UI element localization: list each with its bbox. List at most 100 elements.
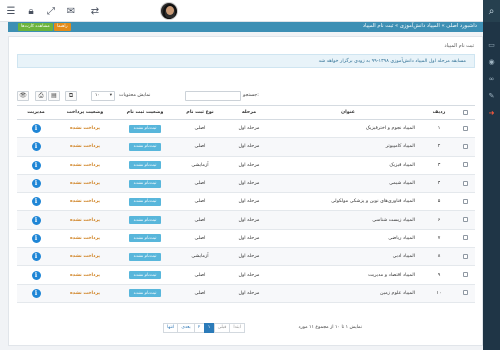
row-select[interactable]	[455, 229, 475, 249]
col-title[interactable]: عنوان	[273, 105, 423, 120]
search-input[interactable]	[185, 91, 241, 101]
register-status-badge[interactable]: ثبت‌نام نشده	[128, 271, 162, 280]
row-select[interactable]	[455, 156, 475, 175]
row-select[interactable]	[455, 192, 475, 212]
chat-icon[interactable]: ✉	[64, 4, 78, 18]
info-icon[interactable]: i	[31, 252, 41, 262]
map-pin-icon[interactable]: ◉	[483, 55, 500, 68]
page-size-select[interactable]: ۱۰ ▾	[91, 91, 115, 101]
col-manage[interactable]: مدیریت	[17, 105, 55, 120]
info-icon[interactable]: i	[31, 197, 41, 207]
row-reg-type: آزمایشی	[175, 247, 225, 267]
register-status-badge[interactable]: ثبت‌نام نشده	[128, 252, 162, 261]
register-status-badge[interactable]: ثبت‌نام نشده	[128, 234, 162, 243]
register-status-badge[interactable]: ثبت‌نام نشده	[128, 124, 162, 133]
row-stage: مرحله اول	[225, 192, 273, 212]
breadcrumb: داشبورد اصلی » المپیاد دانش‌آموزی » ثبت …	[362, 23, 477, 29]
row-reg-type: اصلی	[175, 192, 225, 212]
page-prev[interactable]: قبلی	[213, 323, 231, 333]
search-icon[interactable]: ⌕	[483, 0, 500, 22]
register-status-badge[interactable]: ثبت‌نام نشده	[128, 216, 162, 225]
list-icon[interactable]: ☰	[4, 4, 18, 18]
row-manage: i	[17, 229, 55, 249]
info-icon[interactable]: i	[31, 288, 41, 298]
excel-icon[interactable]: ▤	[48, 91, 60, 101]
page-next[interactable]: بعدی	[177, 323, 195, 333]
row-checkbox[interactable]	[462, 162, 468, 168]
table-row[interactable]: ۵ المپیاد فناوری‌های نوین و پزشکی مولکولی…	[17, 192, 475, 212]
row-title: المپیاد کامپیوتر	[273, 137, 423, 157]
register-status-badge[interactable]: ثبت‌نام نشده	[128, 179, 162, 188]
table-row[interactable]: ۸ المپیاد ادبی مرحله اول آزمایشی ثبت‌نام نشد…	[17, 247, 475, 267]
col-reg-type[interactable]: نوع ثبت نام	[175, 105, 225, 120]
table-row[interactable]: ۷ المپیاد ریاضی مرحله اول اصلی ثبت‌نام نشده پ…	[17, 229, 475, 249]
info-icon[interactable]: i	[31, 160, 41, 170]
info-icon[interactable]: i	[31, 124, 41, 134]
col-stage[interactable]: مرحله	[225, 105, 273, 120]
row-select[interactable]	[455, 284, 475, 303]
exit-icon[interactable]: ➜	[483, 106, 500, 119]
info-icon[interactable]: i	[31, 215, 41, 225]
register-status-badge[interactable]: ثبت‌نام نشده	[128, 289, 162, 298]
row-checkbox[interactable]	[462, 290, 468, 296]
row-select[interactable]	[455, 174, 475, 194]
row-reg-status-cell: ثبت‌نام نشده	[115, 210, 175, 230]
print-icon[interactable]: ⎙	[35, 91, 47, 101]
expand-icon[interactable]: ⤢	[44, 4, 58, 18]
row-select[interactable]	[455, 210, 475, 230]
table-row[interactable]: ۴ المپیاد شیمی مرحله اول اصلی ثبت‌نام نشده پر…	[17, 174, 475, 194]
col-row[interactable]: ردیف	[423, 105, 455, 120]
pin-icon[interactable]: ✎	[483, 89, 500, 102]
row-checkbox[interactable]	[462, 180, 468, 186]
row-checkbox[interactable]	[462, 253, 468, 259]
select-all-checkbox[interactable]	[462, 109, 468, 115]
row-pay-status-cell: پرداخت نشده	[55, 229, 115, 249]
lock-icon[interactable]: 🔒︎	[24, 4, 38, 18]
page-last[interactable]: انتها	[163, 323, 179, 333]
pagination: ابتدا قبلی ۱ ۲ بعدی انتها	[163, 323, 245, 333]
row-stage: مرحله اول	[225, 265, 273, 285]
row-select[interactable]	[455, 119, 475, 139]
info-icon[interactable]: i	[31, 179, 41, 189]
view-cards-button[interactable]: مشاهده کارت‌ها	[18, 23, 53, 31]
table-row[interactable]: ۳ المپیاد فیزیک مرحله اول آزمایشی ثبت‌نام نش…	[17, 156, 475, 175]
register-status-badge[interactable]: ثبت‌نام نشده	[128, 197, 162, 206]
monitor-icon[interactable]: ▭	[483, 38, 500, 51]
register-status-badge[interactable]: ثبت‌نام نشده	[128, 161, 162, 170]
info-banner: مسابقه مرحله اول المپیاد دانش‌آموزی ۱۳۹۸…	[17, 54, 475, 68]
link-icon[interactable]: ∞	[483, 72, 500, 85]
row-checkbox[interactable]	[462, 125, 468, 131]
row-checkbox[interactable]	[462, 143, 468, 149]
payment-status: پرداخت نشده	[69, 126, 101, 132]
row-number: ۳	[423, 156, 455, 175]
select-all-header[interactable]	[455, 105, 475, 120]
table-row[interactable]: ۱ المپیاد نجوم و اخترفیزیک مرحله اول اصلی ثب…	[17, 119, 475, 139]
row-title: المپیاد زیست شناسی	[273, 210, 423, 230]
eye-icon[interactable]: 👁︎	[17, 91, 29, 101]
row-select[interactable]	[455, 137, 475, 157]
row-number: ۷	[423, 229, 455, 249]
col-reg-status[interactable]: وضعیت ثبت نام	[115, 105, 175, 120]
table-row[interactable]: ۲ المپیاد کامپیوتر مرحله اول اصلی ثبت‌نام نش…	[17, 137, 475, 157]
copy-icon[interactable]: ⧉	[65, 91, 77, 101]
help-button[interactable]: راهنما	[54, 23, 71, 31]
col-pay-status[interactable]: وضعیت پرداخت	[55, 105, 115, 120]
row-checkbox[interactable]	[462, 272, 468, 278]
row-title: المپیاد فیزیک	[273, 156, 423, 175]
row-checkbox[interactable]	[462, 198, 468, 204]
table-row[interactable]: ۶ المپیاد زیست شناسی مرحله اول اصلی ثبت‌نام …	[17, 210, 475, 230]
info-icon[interactable]: i	[31, 142, 41, 152]
row-select[interactable]	[455, 265, 475, 285]
table-row[interactable]: ۱۰ المپیاد علوم زمین مرحله اول اصلی ثبت‌نام …	[17, 284, 475, 303]
user-avatar[interactable]	[160, 2, 178, 20]
swap-arrows-icon[interactable]: ⇄	[88, 4, 102, 18]
register-status-badge[interactable]: ثبت‌نام نشده	[128, 142, 162, 151]
row-select[interactable]	[455, 247, 475, 267]
info-icon[interactable]: i	[31, 233, 41, 243]
page-first[interactable]: ابتدا	[229, 323, 245, 333]
row-stage: مرحله اول	[225, 210, 273, 230]
row-checkbox[interactable]	[462, 217, 468, 223]
info-icon[interactable]: i	[31, 270, 41, 280]
table-row[interactable]: ۹ المپیاد اقتصاد و مدیریت مرحله اول اصلی ثبت…	[17, 265, 475, 285]
row-checkbox[interactable]	[462, 235, 468, 241]
